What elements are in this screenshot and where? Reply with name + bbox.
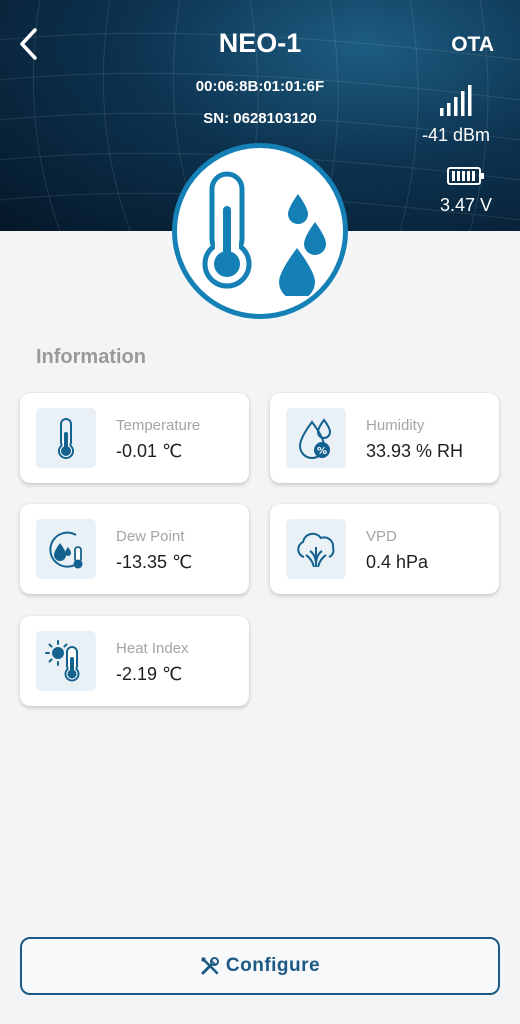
device-title: NEO-1 [218,28,302,58]
card-value: -13.35 ℃ [116,552,193,572]
info-card-humidity[interactable]: % Humidity 33.93 % RH [270,393,499,483]
card-icon-box [36,408,96,468]
wrench-screwdriver-icon [200,956,220,976]
vpd-tree-icon [297,532,335,568]
card-icon-box [36,519,96,579]
info-card-dew-point[interactable]: Dew Point -13.35 ℃ [20,504,249,594]
configure-button[interactable]: Configure [20,937,500,995]
signal-strength: -41 dBm [406,84,506,146]
card-label: Temperature [116,417,201,434]
dew-point-icon [49,531,83,569]
humidity-drop-icon: % [298,418,332,459]
battery-value: 3.47 V [439,195,493,215]
heat-index-icon [45,640,80,682]
configure-label: Configure [225,955,321,976]
card-value: -2.19 ℃ [116,664,183,684]
section-title-information: Information [36,346,146,368]
info-card-temperature[interactable]: Temperature -0.01 ℃ [20,393,249,483]
signal-value: -41 dBm [421,125,491,145]
card-value: 0.4 hPa [366,552,429,572]
card-label: VPD [366,528,397,545]
thermometer-droplets-icon [202,171,326,296]
device-hero-icon [172,143,348,319]
card-icon-box [36,631,96,691]
ota-button[interactable]: OTA [451,33,494,57]
card-label: Humidity [366,417,425,434]
card-icon-box [286,519,346,579]
svg-text:%: % [317,446,327,457]
battery-icon [447,167,484,185]
card-value: 33.93 % RH [366,441,464,461]
card-icon-box: % [286,408,346,468]
signal-bars-icon [440,85,472,116]
thermometer-icon [58,418,74,459]
card-label: Dew Point [116,528,185,545]
battery-status: 3.47 V [426,166,506,216]
card-label: Heat Index [116,640,189,657]
info-card-heat-index[interactable]: Heat Index -2.19 ℃ [20,616,249,706]
card-value: -0.01 ℃ [116,441,183,461]
info-card-vpd[interactable]: VPD 0.4 hPa [270,504,499,594]
